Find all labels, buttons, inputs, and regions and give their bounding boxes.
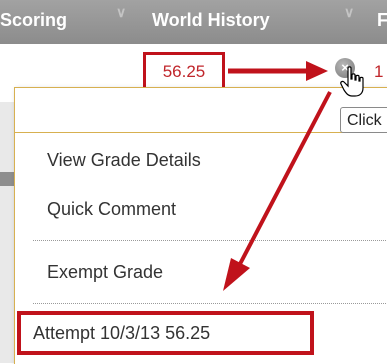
annotation-arrows (223, 61, 332, 291)
arrow-icon (223, 91, 332, 291)
arrow-icon (228, 61, 328, 81)
